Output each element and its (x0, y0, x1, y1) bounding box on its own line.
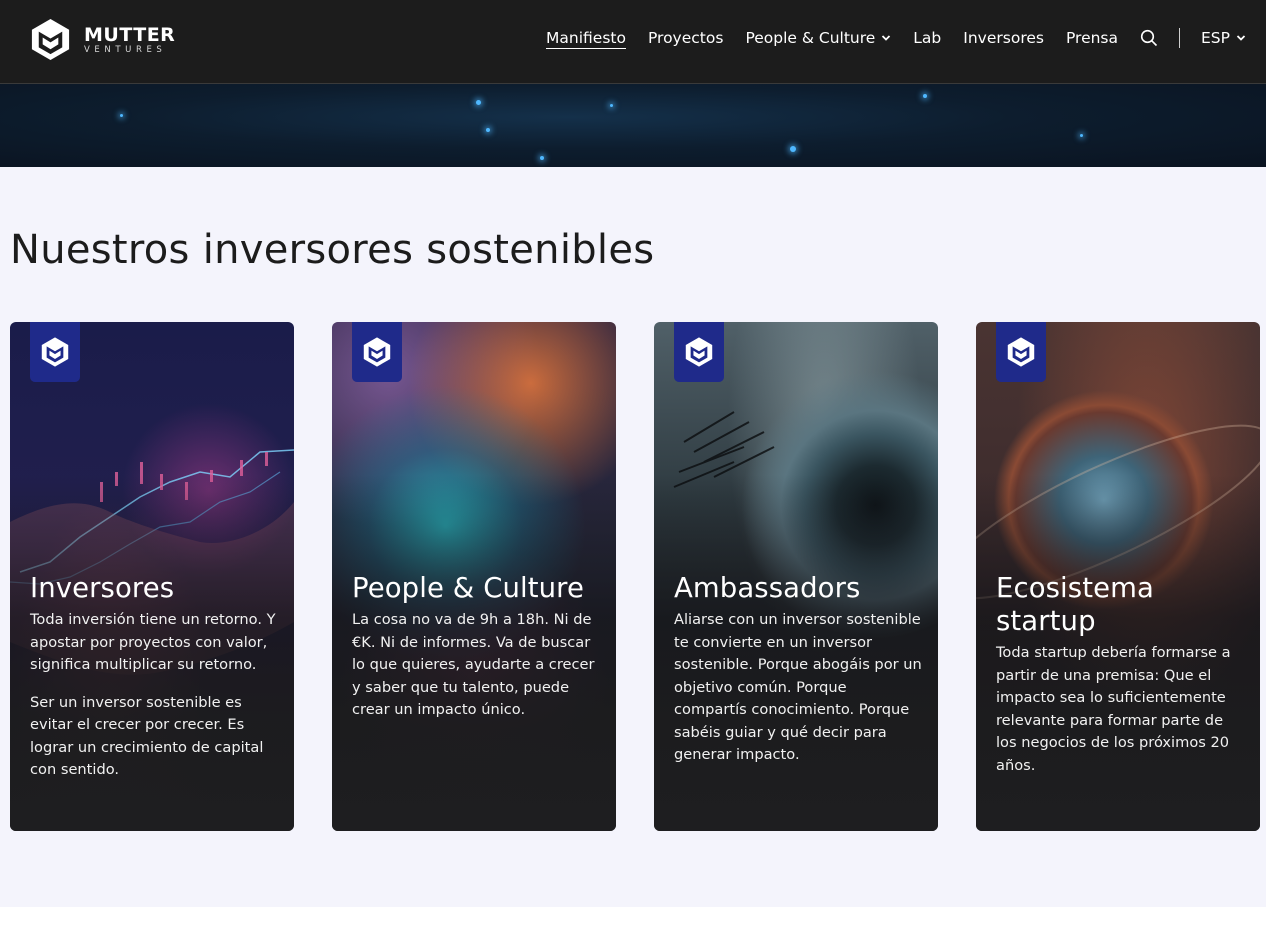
main-nav: Manifiesto Proyectos People & Culture La… (524, 0, 1246, 76)
nav-item-inversores[interactable]: Inversores (963, 29, 1044, 47)
card-paragraph: Toda startup debería formarse a partir d… (996, 644, 1231, 774)
nav-item-people-culture-label: People & Culture (745, 29, 876, 47)
brand-subtitle: VENTURES (84, 44, 167, 55)
mutter-logo-icon (363, 337, 391, 367)
card-badge (674, 322, 724, 382)
nav-divider (1179, 28, 1181, 48)
mutter-logo-icon (31, 18, 70, 61)
card-badge (352, 322, 402, 382)
nav-item-manifiesto[interactable]: Manifiesto (546, 29, 626, 49)
card-inversores[interactable]: Inversores Toda inversión tiene un retor… (10, 322, 294, 831)
card-title: Inversores (30, 572, 175, 604)
mutter-logo-icon (41, 337, 69, 367)
section-title: Nuestros inversores sostenibles (10, 227, 655, 273)
mutter-logo-icon (1007, 337, 1035, 367)
investors-section: Nuestros inversores sostenibles Inversor… (0, 167, 1266, 907)
site-header: MUTTER VENTURES Manifiesto Proyectos Peo… (0, 0, 1266, 84)
card-content: Ambassadors Aliarse con un inversor sost… (674, 572, 922, 767)
brand-text: MUTTER VENTURES (84, 25, 175, 55)
card-content: People & Culture La cosa no va de 9h a 1… (352, 572, 600, 722)
card-title: Ecosistema startup (996, 572, 1154, 637)
nav-item-prensa[interactable]: Prensa (1066, 29, 1118, 47)
card-content: Ecosistema startup Toda startup debería … (996, 572, 1244, 777)
card-content: Inversores Toda inversión tiene un retor… (30, 572, 278, 782)
card-paragraph: La cosa no va de 9h a 18h. Ni de €K. Ni … (352, 611, 595, 718)
hero-banner-image (0, 84, 1266, 167)
brand-logo[interactable]: MUTTER VENTURES (28, 17, 175, 62)
nav-item-proyectos[interactable]: Proyectos (648, 29, 723, 47)
card-title: People & Culture (352, 572, 584, 604)
page-footer-space (0, 907, 1266, 949)
card-title: Ambassadors (674, 572, 861, 604)
card-paragraph: Aliarse con un inversor sostenible te co… (674, 611, 922, 763)
card-badge (996, 322, 1046, 382)
language-selector[interactable]: ESP (1201, 29, 1246, 47)
nav-item-lab[interactable]: Lab (913, 29, 941, 47)
card-description: Toda inversión tiene un retorno. Y apost… (30, 609, 278, 782)
card-people-culture[interactable]: People & Culture La cosa no va de 9h a 1… (332, 322, 616, 831)
chevron-down-icon (1236, 35, 1246, 41)
card-description: Aliarse con un inversor sostenible te co… (674, 609, 922, 767)
brand-name: MUTTER (84, 23, 176, 46)
nav-item-people-culture[interactable]: People & Culture (745, 29, 891, 47)
mutter-logo-icon (685, 337, 713, 367)
search-icon[interactable] (1140, 29, 1158, 47)
card-ecosistema-startup[interactable]: Ecosistema startup Toda startup debería … (976, 322, 1260, 831)
language-label: ESP (1201, 29, 1230, 47)
card-badge (30, 322, 80, 382)
card-paragraph: Ser un inversor sostenible es evitar el … (30, 693, 264, 779)
card-description: La cosa no va de 9h a 18h. Ni de €K. Ni … (352, 609, 600, 722)
card-description: Toda startup debería formarse a partir d… (996, 642, 1244, 777)
chevron-down-icon (882, 35, 891, 41)
card-paragraph: Toda inversión tiene un retorno. Y apost… (30, 611, 276, 673)
card-ambassadors[interactable]: Ambassadors Aliarse con un inversor sost… (654, 322, 938, 831)
